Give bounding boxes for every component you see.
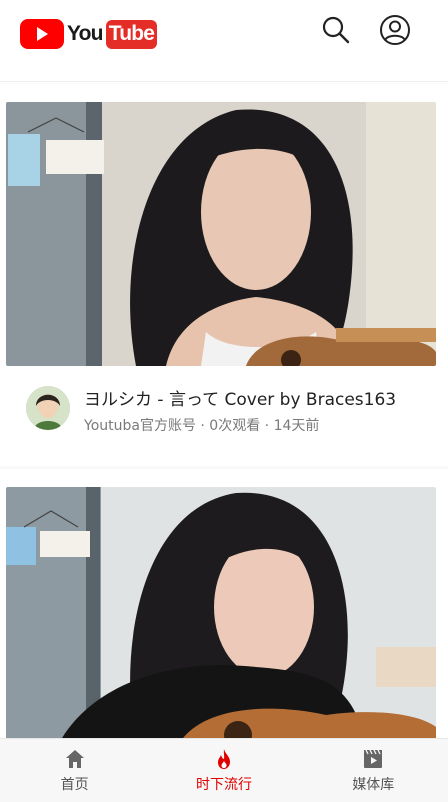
video-meta: ヨルシカ - 言って Cover by Braces163 Youtuba官方账…	[0, 380, 448, 450]
nav-item-home[interactable]: 首页	[0, 739, 149, 802]
logo-text-you: You	[67, 22, 104, 45]
video-card[interactable]	[0, 469, 448, 738]
nav-label-home: 首页	[60, 777, 89, 793]
nav-item-library[interactable]: 媒体库	[299, 739, 448, 802]
video-card[interactable]: ヨルシカ - 言って Cover by Braces163 Youtuba官方账…	[0, 84, 448, 466]
library-icon	[364, 749, 383, 768]
video-thumbnail[interactable]	[6, 487, 436, 738]
video-title[interactable]: ヨルシカ - 言って Cover by Braces163	[84, 385, 396, 410]
nav-label-trending: 时下流行	[195, 777, 252, 793]
account-circle-icon[interactable]	[379, 14, 411, 46]
home-icon	[65, 750, 84, 768]
fire-icon	[217, 749, 230, 769]
video-thumbnail[interactable]	[6, 102, 436, 366]
play-logo-icon	[20, 19, 64, 49]
avatar[interactable]	[26, 386, 70, 430]
youtube-logo[interactable]: You Tube	[20, 18, 158, 50]
video-feed[interactable]: ヨルシカ - 言って Cover by Braces163 Youtuba官方账…	[0, 83, 448, 738]
search-icon[interactable]	[320, 14, 352, 46]
bottom-nav: 首页 时下流行 媒体库	[0, 738, 448, 802]
nav-label-library: 媒体库	[352, 777, 395, 793]
app-header: You Tube	[0, 0, 448, 82]
video-subtitle: Youtuba官方账号 · 0次观看 · 14天前	[84, 418, 320, 434]
nav-item-trending[interactable]: 时下流行	[149, 739, 298, 802]
logo-text-tube: Tube	[105, 19, 158, 49]
